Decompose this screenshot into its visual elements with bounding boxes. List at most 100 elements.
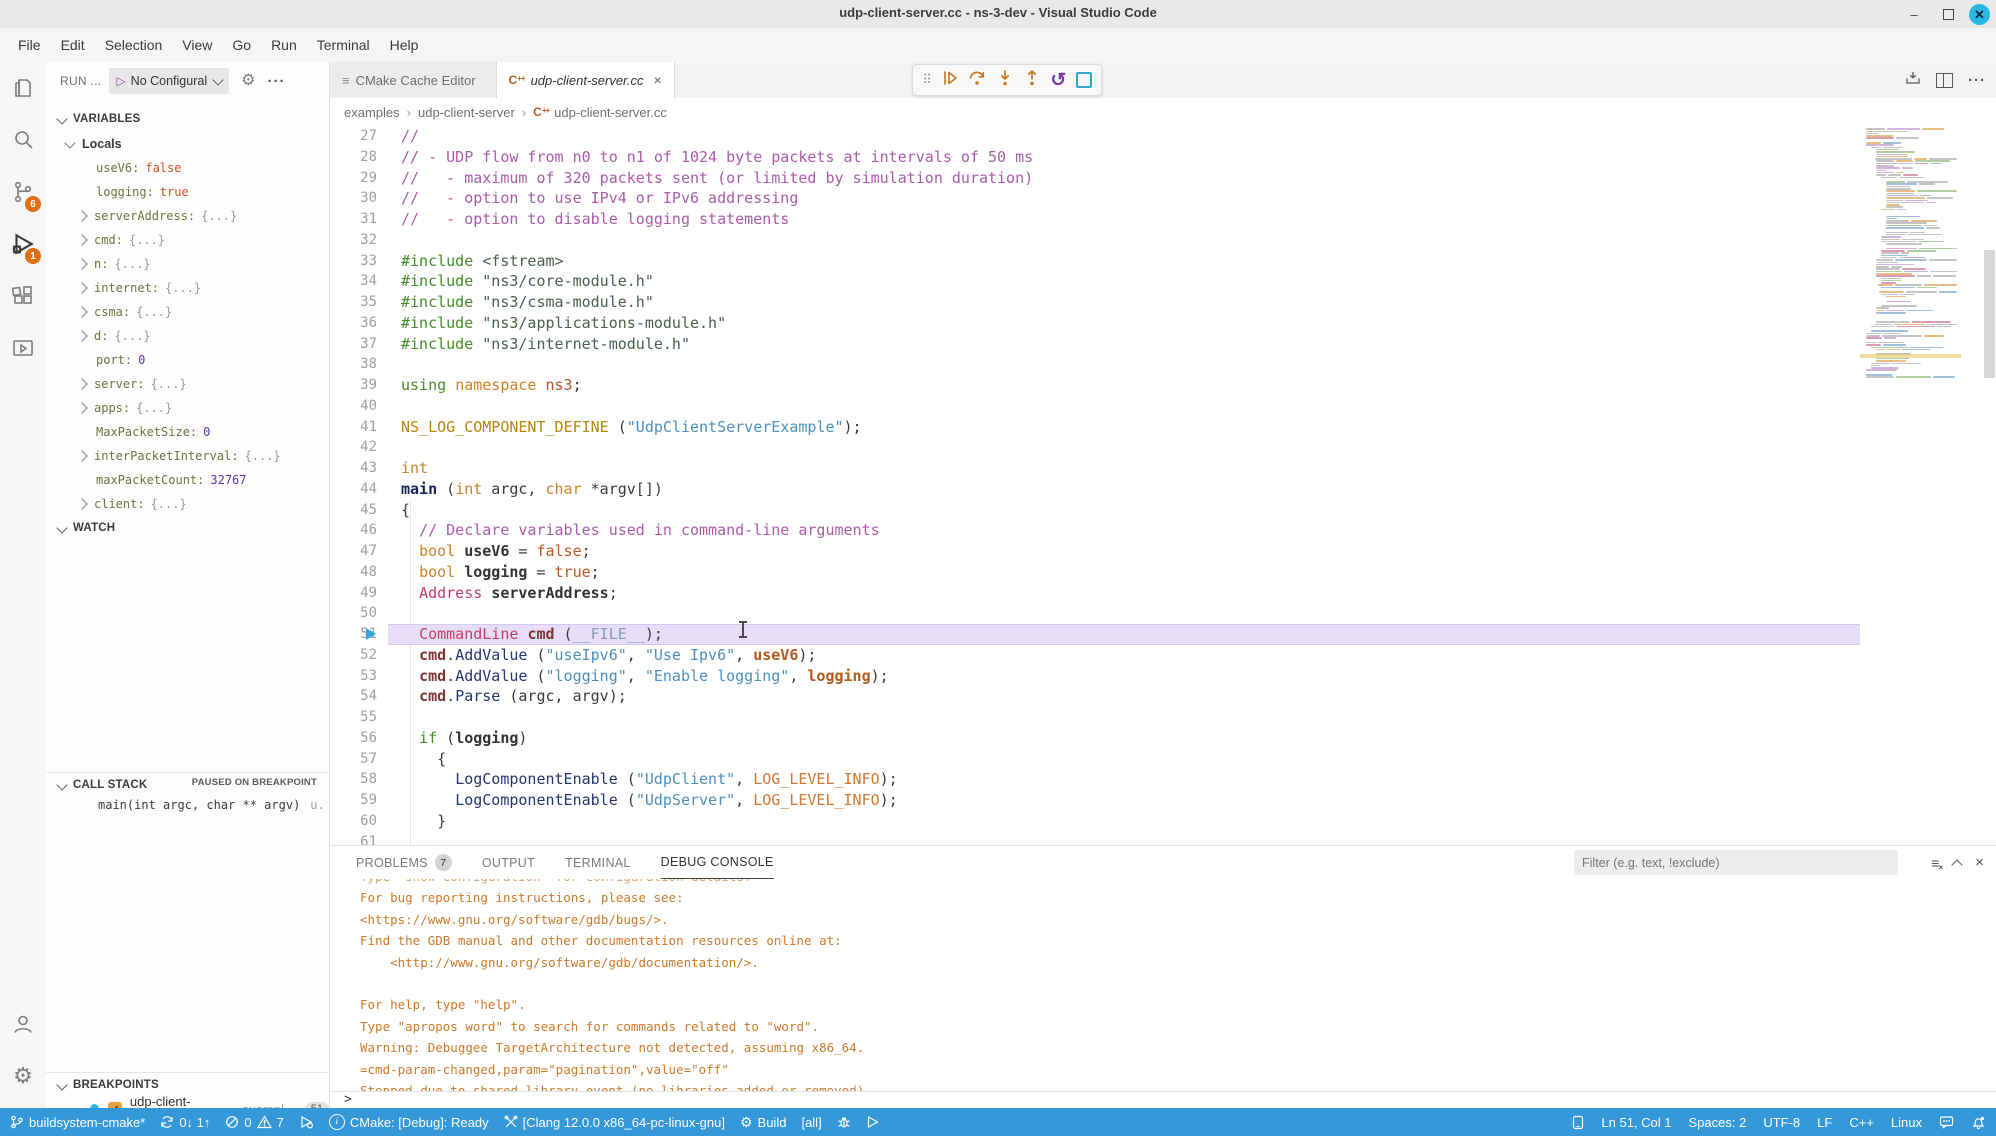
- watch-section-header[interactable]: WATCH: [46, 517, 329, 539]
- code-line[interactable]: 56 if (logging): [330, 728, 1996, 749]
- line-number[interactable]: 41: [330, 417, 377, 438]
- tab-udp-client-server[interactable]: C++ udp-client-server.cc ×: [497, 62, 675, 98]
- tab-debug-console[interactable]: DEBUG CONSOLE: [661, 846, 774, 879]
- source-control-icon[interactable]: 6: [0, 166, 46, 218]
- extensions-icon[interactable]: [0, 270, 46, 322]
- menu-help[interactable]: Help: [380, 37, 429, 53]
- line-number[interactable]: 42: [330, 437, 377, 458]
- code-line[interactable]: 47 bool useV6 = false;: [330, 541, 1996, 562]
- step-over-button[interactable]: [968, 69, 986, 92]
- code-line[interactable]: 28// - UDP flow from n0 to n1 of 1024 by…: [330, 147, 1996, 168]
- cmake-build-button[interactable]: ⚙ Build: [740, 1114, 786, 1131]
- variable-row[interactable]: logging:true: [46, 180, 329, 204]
- code-line[interactable]: 27//: [330, 126, 1996, 147]
- step-out-button[interactable]: [1023, 69, 1041, 92]
- code-line[interactable]: 43int: [330, 458, 1996, 479]
- line-number[interactable]: 49: [330, 583, 377, 604]
- code-line[interactable]: 51 CommandLine cmd (__FILE__);: [330, 624, 1996, 645]
- git-branch-item[interactable]: buildsystem-cmake*: [10, 1115, 145, 1130]
- tab-output[interactable]: OUTPUT: [482, 846, 535, 879]
- line-number[interactable]: 44: [330, 479, 377, 500]
- code-line[interactable]: 41NS_LOG_COMPONENT_DEFINE ("UdpClientSer…: [330, 417, 1996, 438]
- line-number[interactable]: 39: [330, 375, 377, 396]
- clear-console-icon[interactable]: ≡×: [1931, 855, 1939, 871]
- line-number[interactable]: 59: [330, 790, 377, 811]
- split-editor-icon[interactable]: [1936, 73, 1953, 88]
- continue-button[interactable]: [941, 69, 959, 92]
- variable-row[interactable]: interPacketInterval:{...}: [46, 444, 329, 468]
- line-number[interactable]: 45: [330, 500, 377, 521]
- code-line[interactable]: 53 cmd.AddValue ("logging", "Enable logg…: [330, 666, 1996, 687]
- tab-terminal[interactable]: TERMINAL: [565, 846, 631, 879]
- close-button[interactable]: ✕: [1969, 4, 1990, 25]
- menu-selection[interactable]: Selection: [95, 37, 173, 53]
- stop-button[interactable]: [1076, 72, 1092, 88]
- line-number[interactable]: 48: [330, 562, 377, 583]
- launch-target-icon[interactable]: [866, 1115, 879, 1129]
- debug-configuration-dropdown[interactable]: ▷ No Configural: [109, 68, 229, 94]
- debug-status-icon[interactable]: [299, 1115, 314, 1129]
- code-line[interactable]: 46 // Declare variables used in command-…: [330, 520, 1996, 541]
- eol-item[interactable]: LF: [1817, 1115, 1832, 1130]
- line-number[interactable]: 35: [330, 292, 377, 313]
- line-number[interactable]: 38: [330, 354, 377, 375]
- code-line[interactable]: 52 cmd.AddValue ("useIpv6", "Use Ipv6", …: [330, 645, 1996, 666]
- notifications-bell-icon[interactable]: [1971, 1115, 1986, 1130]
- line-number[interactable]: 50: [330, 603, 377, 624]
- line-number[interactable]: 32: [330, 230, 377, 251]
- remote-indicator-icon[interactable]: [1572, 1115, 1584, 1130]
- call-stack-frame[interactable]: main(int argc, char ** argv) u.: [46, 793, 329, 817]
- breakpoints-section-header[interactable]: BREAKPOINTS: [46, 1075, 329, 1095]
- code-line[interactable]: 33#include <fstream>: [330, 251, 1996, 272]
- encoding-item[interactable]: UTF-8: [1763, 1115, 1800, 1130]
- desktop-download-icon[interactable]: [1905, 70, 1921, 91]
- code-line[interactable]: 32: [330, 230, 1996, 251]
- variables-scope-locals[interactable]: Locals: [46, 132, 329, 156]
- line-number[interactable]: 47: [330, 541, 377, 562]
- code-line[interactable]: 49 Address serverAddress;: [330, 583, 1996, 604]
- code-line[interactable]: 30// - option to use IPv4 or IPv6 addres…: [330, 188, 1996, 209]
- line-number[interactable]: 33: [330, 251, 377, 272]
- editor-scrollbar[interactable]: [1984, 250, 1995, 378]
- maximize-button[interactable]: [1938, 4, 1958, 24]
- line-number[interactable]: 27: [330, 126, 377, 147]
- minimize-button[interactable]: –: [1904, 4, 1924, 24]
- feedback-icon[interactable]: [1939, 1115, 1954, 1129]
- configure-gear-icon[interactable]: ⚙: [241, 73, 255, 89]
- cmake-status-item[interactable]: i CMake: [Debug]: Ready: [329, 1114, 489, 1130]
- explorer-icon[interactable]: [0, 62, 46, 114]
- menu-file[interactable]: File: [8, 37, 51, 53]
- errors-item[interactable]: 0 7: [225, 1115, 283, 1130]
- tab-problems[interactable]: PROBLEMS 7: [356, 846, 452, 879]
- variable-row[interactable]: cmd:{...}: [46, 228, 329, 252]
- indentation-item[interactable]: Spaces: 2: [1689, 1115, 1747, 1130]
- account-icon[interactable]: [0, 998, 46, 1050]
- sync-changes-item[interactable]: 0↓ 1↑: [160, 1115, 210, 1130]
- language-mode-item[interactable]: C++: [1849, 1115, 1874, 1130]
- step-into-button[interactable]: [996, 69, 1014, 92]
- variable-row[interactable]: internet:{...}: [46, 276, 329, 300]
- line-number[interactable]: 31: [330, 209, 377, 230]
- settings-gear-icon[interactable]: ⚙: [0, 1050, 46, 1102]
- console-filter-input[interactable]: [1574, 850, 1898, 875]
- cmake-panel-icon[interactable]: [0, 322, 46, 374]
- line-number[interactable]: 54: [330, 686, 377, 707]
- code-line[interactable]: 50: [330, 603, 1996, 624]
- code-line[interactable]: 44main (int argc, char *argv[]): [330, 479, 1996, 500]
- code-line[interactable]: 42: [330, 437, 1996, 458]
- os-item[interactable]: Linux: [1891, 1115, 1922, 1130]
- views-more-icon[interactable]: ···: [267, 73, 285, 90]
- maximize-panel-icon[interactable]: [1952, 859, 1963, 870]
- menu-view[interactable]: View: [172, 37, 222, 53]
- line-number[interactable]: 52: [330, 645, 377, 666]
- variable-row[interactable]: d:{...}: [46, 324, 329, 348]
- restart-button[interactable]: ↺: [1050, 71, 1066, 90]
- code-line[interactable]: 37#include "ns3/internet-module.h": [330, 334, 1996, 355]
- editor-more-actions-icon[interactable]: ···: [1968, 72, 1986, 89]
- line-number[interactable]: 29: [330, 168, 377, 189]
- variable-row[interactable]: server:{...}: [46, 372, 329, 396]
- variable-row[interactable]: MaxPacketSize:0: [46, 420, 329, 444]
- code-line[interactable]: 58 LogComponentEnable ("UdpClient", LOG_…: [330, 769, 1996, 790]
- line-number[interactable]: 36: [330, 313, 377, 334]
- breadcrumb-folder[interactable]: udp-client-server: [418, 105, 515, 120]
